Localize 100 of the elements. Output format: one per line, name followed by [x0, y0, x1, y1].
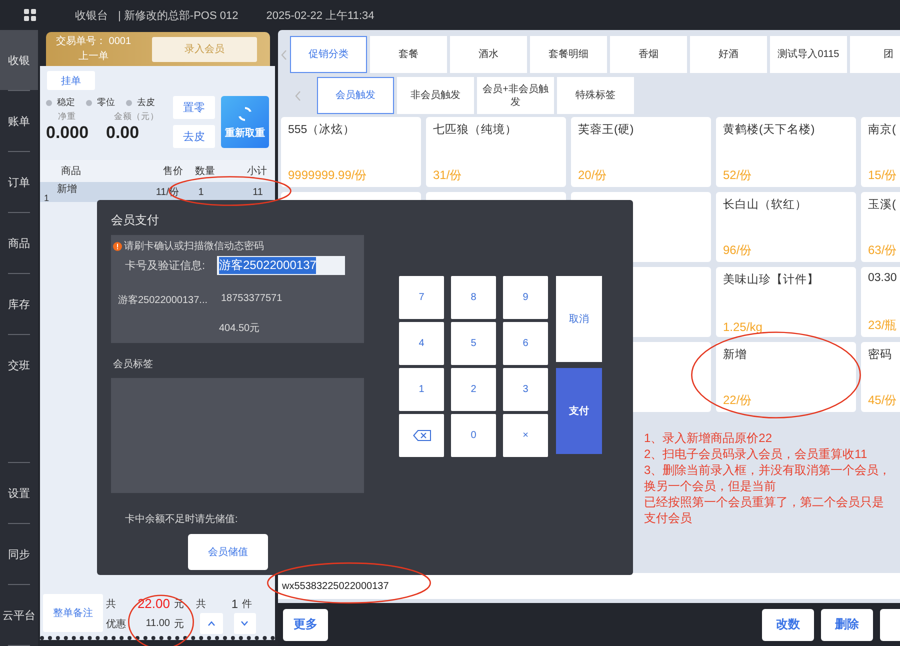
category-tab[interactable]: 香烟: [610, 36, 687, 73]
currency-unit: 元: [174, 618, 185, 630]
product-card[interactable]: 南京( 15/份: [861, 117, 900, 187]
row-number: 1: [44, 193, 50, 203]
nav-item[interactable]: 收银: [0, 30, 38, 90]
more-button[interactable]: 更多: [283, 608, 328, 640]
product-name: 芙蓉王(硬): [578, 122, 635, 137]
nav-item[interactable]: 设置: [0, 463, 38, 523]
backspace-icon: [412, 430, 430, 441]
readout-label: 金额（元）: [113, 110, 160, 123]
chevron-down-icon: [241, 621, 248, 626]
clear-key[interactable]: ×: [503, 414, 548, 457]
digit-key[interactable]: 7: [399, 276, 444, 319]
category-tab[interactable]: 好酒: [690, 36, 767, 73]
product-card[interactable]: 七匹狼（纯境） 31/份: [426, 117, 566, 187]
product-name: 七匹狼（纯境）: [433, 122, 518, 137]
product-name: 03.30: [868, 272, 898, 284]
hint-text: 请刷卡确认或扫描微信动态密码: [124, 240, 264, 253]
category-tab[interactable]: 会员触发: [317, 77, 394, 114]
nav-item[interactable]: 订单: [0, 152, 38, 212]
pay-button[interactable]: 支付: [556, 368, 602, 454]
product-card[interactable]: 长白山（软红） 96/份: [716, 192, 856, 262]
annotation-text: 1、录入新增商品原价22: [644, 430, 774, 446]
product-card[interactable]: 美味山珍【计件】 1.25/kg: [716, 267, 856, 337]
card-field[interactable]: 游客25022000137: [217, 256, 345, 275]
edit-quantity-button[interactable]: 改数: [762, 608, 814, 640]
annotation-text: 2、扫电子会员码录入会员，会员重算收11: [644, 446, 868, 462]
product-name: 南京(: [868, 122, 897, 137]
refresh-icon: [236, 104, 254, 122]
category-tab[interactable]: 套餐明细: [530, 36, 607, 73]
product-price: 23/瓶: [868, 317, 898, 334]
product-card[interactable]: 玉溪( 63/份: [861, 192, 900, 262]
nav-item[interactable]: 交班: [0, 335, 38, 395]
digit-key[interactable]: 1: [399, 368, 444, 411]
column-header: 售价: [162, 165, 183, 178]
product-price: 20/份: [578, 167, 608, 184]
product-card[interactable]: 555（冰炫） 9999999.99/份: [281, 117, 421, 187]
cancel-button[interactable]: 取消: [556, 276, 602, 362]
trade-number: 交易单号： 0001: [56, 34, 132, 49]
product-card[interactable]: 芙蓉王(硬) 20/份: [571, 117, 711, 187]
annotation-text: 3、删除当前录入框，并没有取消第一个会员，换另一个会员，但是当前: [644, 462, 892, 494]
product-name: 长白山（软红）: [723, 198, 808, 212]
nav-item[interactable]: 账单: [0, 91, 38, 151]
category-tab[interactable]: 非会员触发: [397, 77, 474, 114]
delete-button[interactable]: 删除: [821, 608, 873, 640]
scan-input[interactable]: wx55383225022000137: [278, 573, 900, 599]
column-header: 小计: [246, 164, 267, 178]
chevron-up-icon: [208, 621, 215, 626]
digit-key[interactable]: 8: [451, 276, 496, 319]
digit-key[interactable]: 0: [451, 414, 496, 457]
digit-key[interactable]: 9: [503, 276, 548, 319]
nav-item[interactable]: 同步: [0, 524, 38, 584]
scroll-down-button[interactable]: [234, 613, 256, 634]
indicator-label: 稳定: [57, 96, 75, 109]
column-header: 数量: [194, 165, 216, 178]
product-card[interactable]: 03.30 23/瓶: [861, 267, 900, 337]
product-card[interactable]: 黄鹤楼(天下名楼) 52/份: [716, 117, 856, 187]
warning-icon: [113, 242, 122, 250]
category-tab[interactable]: 促销分类: [290, 36, 367, 73]
category-tab[interactable]: 套餐: [370, 36, 447, 73]
recharge-button[interactable]: 会员储值: [188, 534, 268, 570]
category-tab[interactable]: 酒水: [450, 36, 527, 73]
nav-item[interactable]: 商品: [0, 213, 38, 273]
toolbar-button[interactable]: [880, 608, 900, 640]
product-name: 555（冰炫）: [288, 122, 356, 137]
category-tab[interactable]: 测试导入0115: [770, 36, 847, 73]
product-card[interactable]: 新增 22/份: [716, 342, 856, 412]
product-price: 15/份: [868, 167, 898, 184]
category-tab[interactable]: 会员+非会员触发: [477, 77, 554, 114]
nav-item[interactable]: 云平台: [0, 585, 38, 645]
nav-item[interactable]: 库存: [0, 274, 38, 334]
dialog-title: 会员支付: [111, 212, 160, 229]
discount-label: 优惠: [106, 618, 127, 630]
discount-amount: 11.00: [144, 618, 171, 629]
product-price: 1.25/kg: [723, 320, 764, 334]
order-note-button[interactable]: 整单备注: [43, 594, 103, 632]
tare-button[interactable]: 去皮: [173, 125, 215, 148]
chevron-left-icon: [281, 50, 287, 60]
category-tab[interactable]: 特殊标签: [557, 77, 634, 114]
scroll-up-button[interactable]: [200, 613, 222, 634]
backspace-key[interactable]: [399, 414, 444, 457]
product-card[interactable]: 密码 45/份: [861, 342, 900, 412]
product-price: 22/份: [723, 392, 753, 409]
total-label: 共: [106, 598, 117, 610]
indicator-label: 去皮: [137, 96, 155, 109]
digit-key[interactable]: 3: [503, 368, 548, 411]
indicator-label: 零位: [97, 96, 115, 109]
category-tab[interactable]: 团: [850, 36, 900, 73]
readout-label: 净重: [57, 110, 77, 123]
digit-key[interactable]: 2: [451, 368, 496, 411]
product-name: 黄鹤楼(天下名楼): [723, 122, 816, 137]
app-title: 收银台: [75, 8, 108, 22]
zero-button[interactable]: 置零: [173, 96, 215, 119]
digit-key[interactable]: 4: [399, 322, 444, 365]
table-cell-text: 新增: [56, 182, 78, 196]
product-price: 9999999.99/份: [288, 167, 368, 184]
hold-order-button[interactable]: 挂单: [47, 71, 95, 90]
member-balance: 404.50元: [219, 322, 261, 335]
digit-key[interactable]: 6: [503, 322, 548, 365]
digit-key[interactable]: 5: [451, 322, 496, 365]
